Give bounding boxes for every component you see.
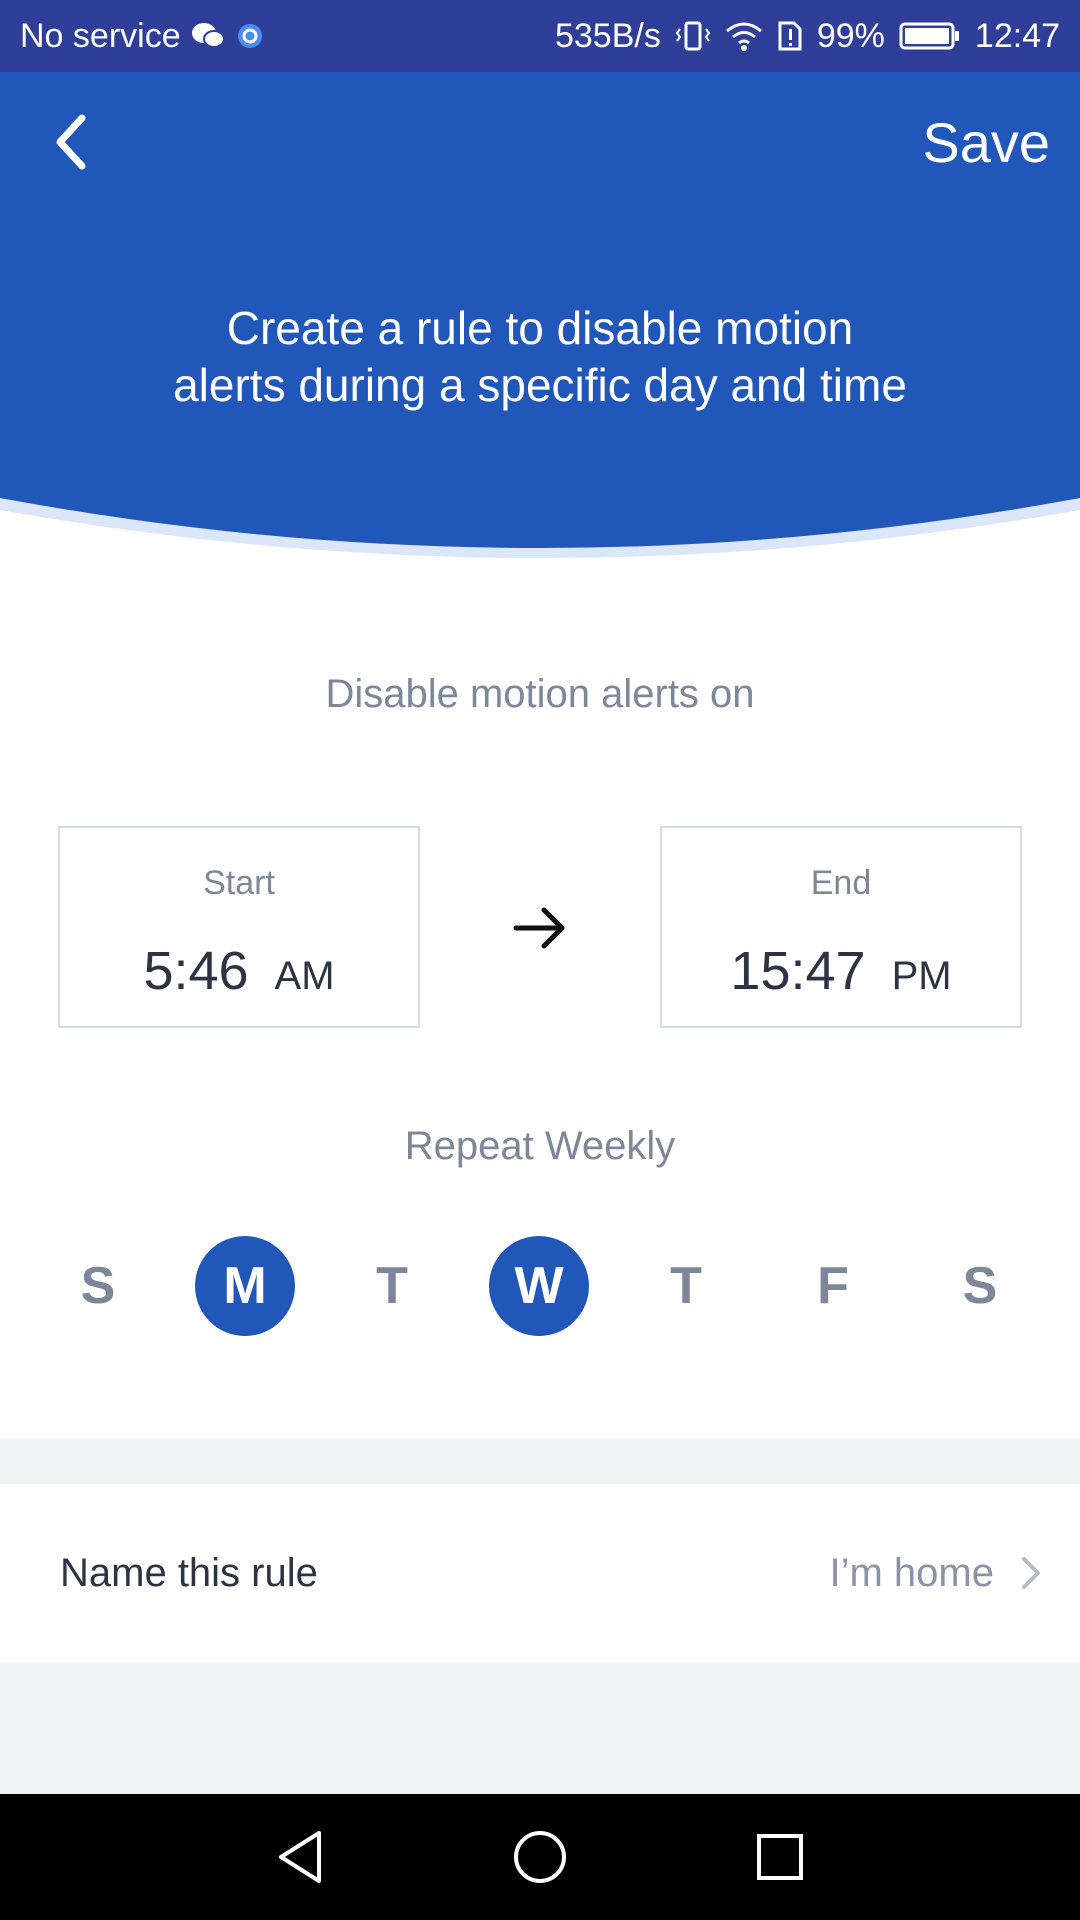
sim-alert-icon bbox=[777, 20, 803, 52]
day-thursday[interactable]: T bbox=[636, 1236, 736, 1336]
vibrate-icon bbox=[675, 20, 711, 52]
headline-line-2: alerts during a specific day and time bbox=[173, 359, 907, 411]
day-tuesday[interactable]: T bbox=[342, 1236, 442, 1336]
header-curve bbox=[0, 498, 1080, 558]
day-saturday[interactable]: S bbox=[930, 1236, 1030, 1336]
chevron-left-icon bbox=[56, 114, 86, 170]
app-notification-icon bbox=[235, 21, 265, 51]
rule-name-value: I’m home bbox=[829, 1550, 995, 1595]
nav-back-button[interactable] bbox=[270, 1827, 330, 1887]
clock-text: 12:47 bbox=[974, 16, 1060, 55]
page-headline: Create a rule to disable motion alerts d… bbox=[0, 300, 1080, 414]
battery-icon bbox=[899, 21, 961, 51]
nav-home-icon bbox=[514, 1831, 566, 1883]
day-wednesday[interactable]: W bbox=[489, 1236, 589, 1336]
disable-title: Disable motion alerts on bbox=[325, 672, 755, 716]
start-ampm: AM bbox=[274, 954, 335, 998]
rule-settings-panel: Disable motion alerts on Start 5:46 AM En… bbox=[0, 558, 1080, 1438]
chevron-right-icon bbox=[1022, 1557, 1040, 1589]
nav-back-icon bbox=[279, 1831, 321, 1883]
end-label: End bbox=[810, 864, 872, 902]
day-sunday[interactable]: S bbox=[48, 1236, 148, 1336]
headline-line-1: Create a rule to disable motion bbox=[226, 302, 854, 354]
system-nav-bar bbox=[0, 1794, 1080, 1920]
save-button[interactable]: Save bbox=[922, 102, 1050, 182]
end-time-picker[interactable]: End 15:47 PM bbox=[660, 826, 1022, 1028]
start-time-value: 5:46 AM bbox=[60, 940, 418, 1002]
start-time-picker[interactable]: Start 5:46 AM bbox=[58, 826, 420, 1028]
arrow-right-icon bbox=[513, 907, 565, 949]
wechat-icon bbox=[191, 21, 225, 51]
end-time: 15:47 bbox=[730, 941, 866, 1001]
header: Save Create a rule to disable motion ale… bbox=[0, 72, 1080, 558]
wifi-icon bbox=[725, 20, 763, 52]
repeat-title: Repeat Weekly bbox=[404, 1124, 676, 1168]
nav-recents-icon bbox=[757, 1834, 803, 1880]
status-bar: No service 535B/s 99% 12:47 bbox=[0, 0, 1080, 72]
end-ampm: PM bbox=[891, 954, 952, 998]
rule-name-label: Name this rule bbox=[60, 1550, 318, 1595]
nav-home-button[interactable] bbox=[510, 1827, 570, 1887]
weekday-selector: S M T W T F S bbox=[0, 1236, 1080, 1336]
day-friday[interactable]: F bbox=[783, 1236, 883, 1336]
nav-recents-button[interactable] bbox=[750, 1827, 810, 1887]
net-speed-text: 535B/s bbox=[554, 16, 661, 55]
start-label: Start bbox=[203, 864, 275, 902]
battery-percent: 99% bbox=[816, 16, 885, 55]
end-time-value: 15:47 PM bbox=[662, 940, 1020, 1002]
carrier-text: No service bbox=[20, 16, 181, 55]
start-time: 5:46 bbox=[143, 941, 249, 1001]
section-divider bbox=[0, 1438, 1080, 1484]
back-button[interactable] bbox=[40, 102, 100, 182]
day-monday[interactable]: M bbox=[195, 1236, 295, 1336]
rule-name-row[interactable]: Name this rule I’m home bbox=[0, 1484, 1080, 1662]
